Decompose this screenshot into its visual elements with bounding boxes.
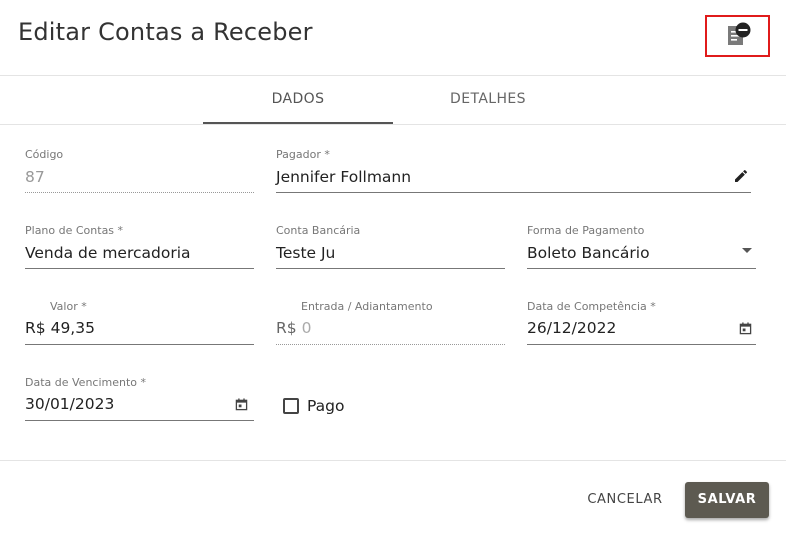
- receipt-minus-icon[interactable]: [726, 22, 752, 48]
- valor-input[interactable]: R$ 49,35: [25, 319, 95, 337]
- data-vencimento-underline: [25, 420, 254, 421]
- entrada-underline: [276, 344, 505, 345]
- pagador-underline: [276, 192, 751, 193]
- forma-pagamento-value[interactable]: Boleto Bancário: [527, 244, 650, 262]
- entrada-value: 0: [301, 319, 312, 337]
- codigo-underline: [25, 192, 254, 193]
- plano-contas-value[interactable]: Venda de mercadoria: [25, 244, 191, 262]
- dialog-header: Editar Contas a Receber: [0, 0, 786, 76]
- data-vencimento-value[interactable]: 30/01/2023: [25, 395, 114, 413]
- valor-field[interactable]: Valor * R$ 49,35: [25, 300, 254, 345]
- data-vencimento-field[interactable]: Data de Vencimento * 30/01/2023: [25, 376, 254, 421]
- pagador-value[interactable]: Jennifer Follmann: [276, 168, 411, 186]
- footer-divider: [0, 460, 786, 461]
- cancel-button[interactable]: CANCELAR: [578, 484, 672, 516]
- pago-checkbox[interactable]: [283, 398, 299, 414]
- plano-contas-label: Plano de Contas *: [25, 224, 124, 237]
- conta-bancaria-underline: [276, 268, 505, 269]
- calendar-icon[interactable]: [235, 398, 248, 411]
- valor-prefix: R$: [25, 319, 46, 337]
- codigo-field: Código 87: [25, 148, 254, 193]
- entrada-input: R$ 0: [276, 319, 311, 337]
- tab-bar: DADOS DETALHES: [0, 76, 786, 125]
- entrada-prefix: R$: [276, 319, 297, 337]
- entrada-label: Entrada / Adiantamento: [301, 300, 433, 313]
- forma-pagamento-label: Forma de Pagamento: [527, 224, 645, 237]
- dropdown-arrow-icon[interactable]: [740, 246, 754, 256]
- pago-label[interactable]: Pago: [307, 397, 344, 415]
- valor-underline: [25, 344, 254, 345]
- tab-detalhes[interactable]: DETALHES: [393, 76, 583, 124]
- data-vencimento-label: Data de Vencimento *: [25, 376, 147, 389]
- data-competencia-underline: [527, 344, 756, 345]
- codigo-label: Código: [25, 148, 64, 161]
- conta-bancaria-value[interactable]: Teste Ju: [276, 244, 335, 262]
- tab-dados[interactable]: DADOS: [203, 76, 393, 124]
- data-competencia-field[interactable]: Data de Competência * 26/12/2022: [527, 300, 756, 345]
- pagador-field[interactable]: Pagador * Jennifer Follmann: [276, 148, 751, 193]
- calendar-icon[interactable]: [739, 322, 752, 335]
- plano-contas-underline: [25, 268, 254, 269]
- data-competencia-label: Data de Competência *: [527, 300, 656, 313]
- entrada-field: Entrada / Adiantamento R$ 0: [276, 300, 505, 345]
- conta-bancaria-label: Conta Bancária: [276, 224, 361, 237]
- plano-contas-field[interactable]: Plano de Contas * Venda de mercadoria: [25, 224, 254, 269]
- pagador-label: Pagador *: [276, 148, 330, 161]
- dialog-title: Editar Contas a Receber: [18, 18, 313, 46]
- valor-label: Valor *: [50, 300, 87, 313]
- pencil-icon[interactable]: [733, 168, 749, 184]
- forma-pagamento-select[interactable]: Forma de Pagamento Boleto Bancário: [527, 224, 756, 269]
- save-button[interactable]: SALVAR: [685, 482, 769, 518]
- data-competencia-value[interactable]: 26/12/2022: [527, 319, 616, 337]
- valor-value: 49,35: [50, 319, 95, 337]
- codigo-value: 87: [25, 168, 45, 186]
- forma-pagamento-underline: [527, 268, 756, 269]
- conta-bancaria-field[interactable]: Conta Bancária Teste Ju: [276, 224, 505, 269]
